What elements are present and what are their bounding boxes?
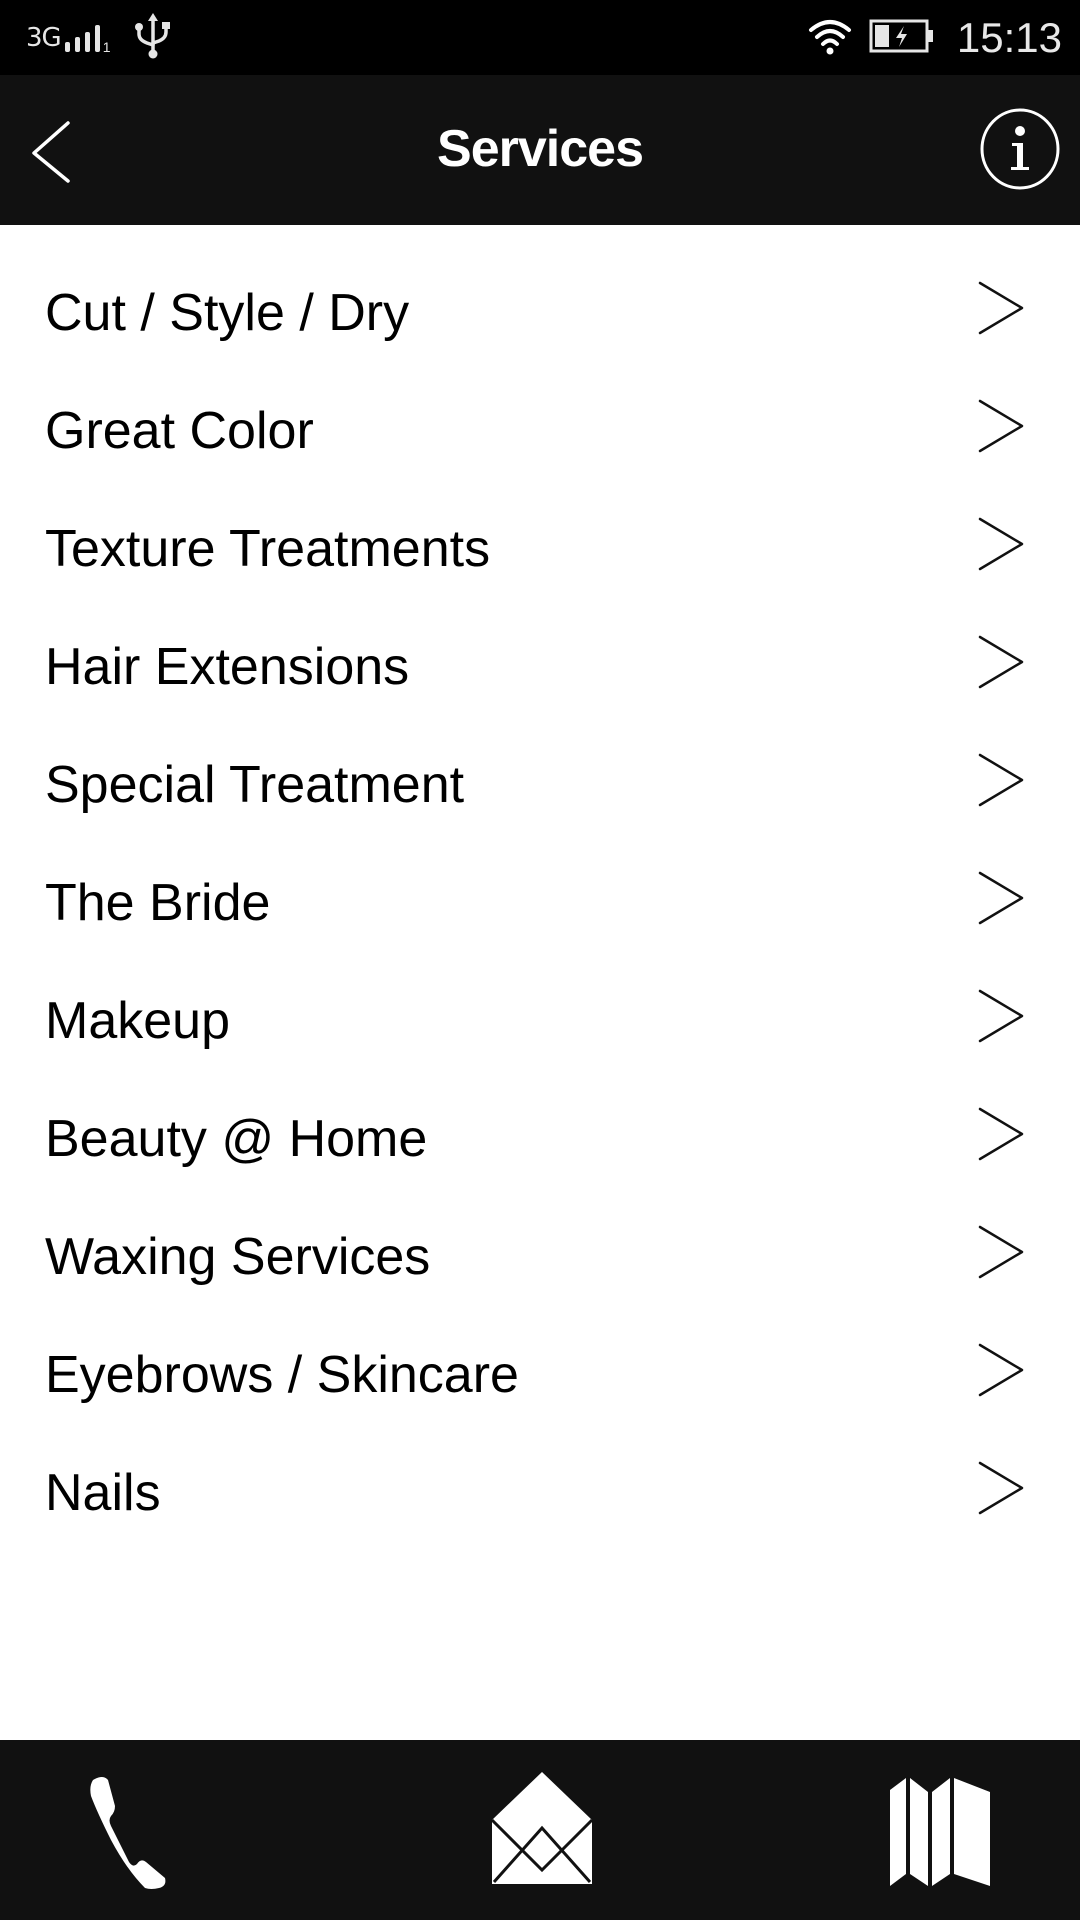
clock: 15:13 bbox=[956, 14, 1062, 61]
service-label: Waxing Services bbox=[45, 1228, 431, 1286]
service-list-item[interactable]: Special Treatment bbox=[0, 727, 1080, 845]
service-label: Nails bbox=[45, 1464, 161, 1522]
service-list-item[interactable]: Hair Extensions bbox=[0, 609, 1080, 727]
chevron-right-icon bbox=[978, 753, 1024, 807]
chevron-right-icon bbox=[978, 989, 1024, 1043]
service-label: The Bride bbox=[45, 874, 271, 932]
service-label: Great Color bbox=[45, 402, 314, 460]
app-bar: Services bbox=[0, 75, 1080, 225]
page-title: Services bbox=[437, 120, 644, 178]
chevron-right-icon bbox=[978, 1343, 1024, 1397]
chevron-right-icon bbox=[978, 517, 1024, 571]
call-button[interactable] bbox=[75, 1770, 195, 1890]
sim-slot: 1 bbox=[102, 39, 111, 55]
service-list-item[interactable]: Texture Treatments bbox=[0, 491, 1080, 609]
service-list-item[interactable]: Cut / Style / Dry bbox=[0, 255, 1080, 373]
service-label: Eyebrows / Skincare bbox=[45, 1346, 519, 1404]
service-list-item[interactable]: Waxing Services bbox=[0, 1199, 1080, 1317]
status-bar: 3G 1 15:13 bbox=[0, 0, 1080, 75]
service-label: Cut / Style / Dry bbox=[45, 284, 410, 342]
service-list-item[interactable]: The Bride bbox=[0, 845, 1080, 963]
service-label: Special Treatment bbox=[45, 756, 465, 814]
info-icon bbox=[980, 108, 1060, 190]
wifi-icon bbox=[807, 16, 853, 61]
chevron-right-icon bbox=[978, 399, 1024, 453]
chevron-right-icon bbox=[978, 1107, 1024, 1161]
service-label: Texture Treatments bbox=[45, 520, 491, 578]
service-list-item[interactable]: Eyebrows / Skincare bbox=[0, 1317, 1080, 1435]
signal-icon bbox=[64, 25, 100, 52]
service-list-item[interactable]: Beauty @ Home bbox=[0, 1081, 1080, 1199]
service-label: Beauty @ Home bbox=[45, 1110, 428, 1168]
info-button[interactable] bbox=[978, 107, 1062, 191]
chevron-right-icon bbox=[978, 281, 1024, 335]
status-left: 3G 1 bbox=[26, 12, 173, 65]
map-button[interactable] bbox=[880, 1770, 1000, 1890]
network-type: 3G bbox=[26, 23, 62, 53]
bottom-bar bbox=[0, 1740, 1080, 1920]
service-label: Makeup bbox=[45, 992, 230, 1050]
phone-icon bbox=[90, 1777, 166, 1889]
battery-charging-icon bbox=[869, 18, 935, 59]
service-list-item[interactable]: Makeup bbox=[0, 963, 1080, 1081]
usb-icon bbox=[133, 12, 173, 65]
mail-icon bbox=[490, 1772, 594, 1884]
chevron-right-icon bbox=[978, 871, 1024, 925]
email-button[interactable] bbox=[480, 1770, 600, 1890]
service-list-item[interactable]: Nails bbox=[0, 1435, 1080, 1553]
map-icon bbox=[890, 1778, 990, 1886]
services-list: Cut / Style / Dry Great Color Texture Tr… bbox=[0, 225, 1080, 1553]
chevron-right-icon bbox=[978, 635, 1024, 689]
chevron-right-icon bbox=[978, 1225, 1024, 1279]
service-label: Hair Extensions bbox=[45, 638, 410, 696]
status-right: 15:13 bbox=[807, 10, 1062, 66]
chevron-right-icon bbox=[978, 1461, 1024, 1515]
service-list-item[interactable]: Great Color bbox=[0, 373, 1080, 491]
